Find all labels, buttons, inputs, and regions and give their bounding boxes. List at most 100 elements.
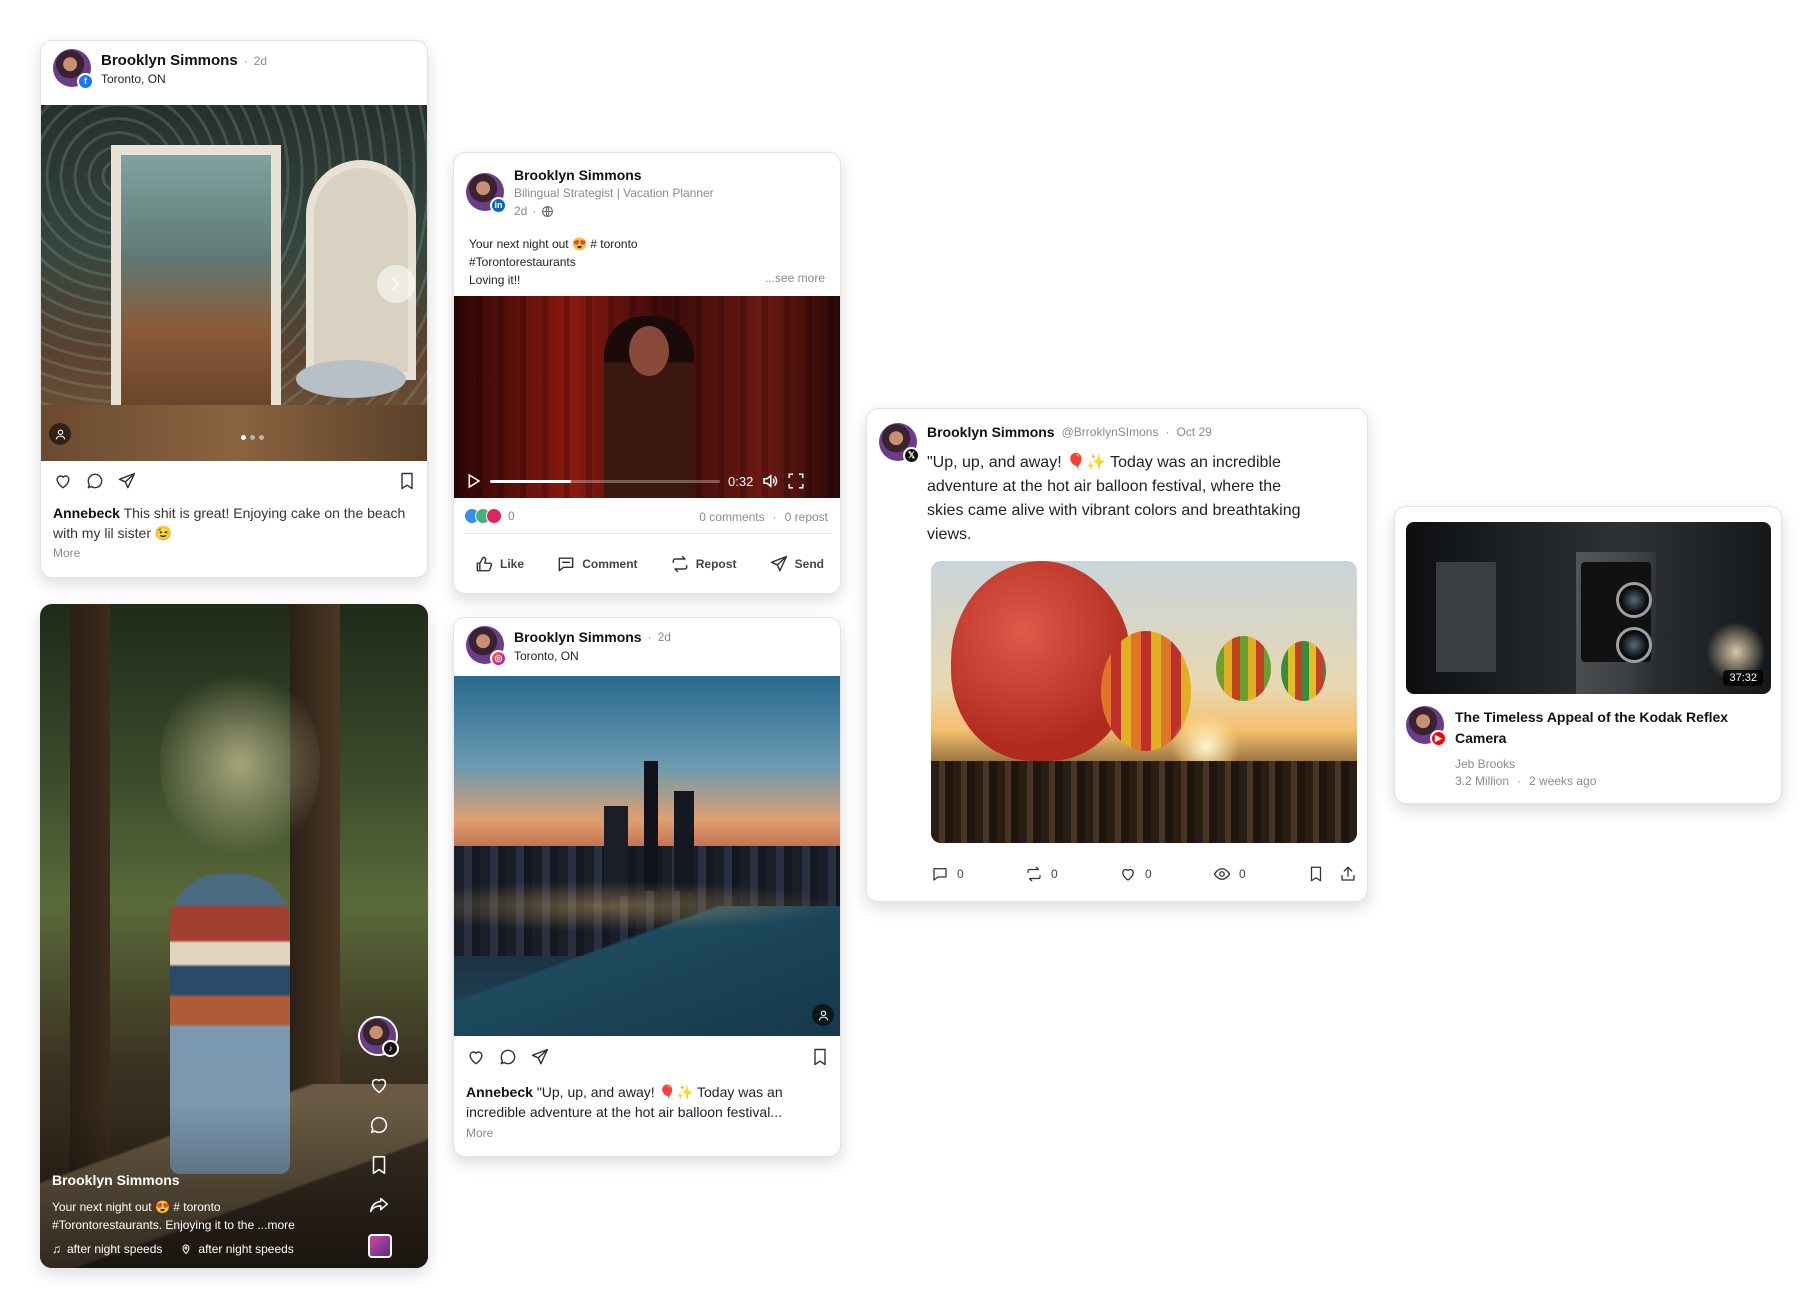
caption-line: #Torontorestaurants. Enjoying it to the	[52, 1218, 255, 1232]
post-image-hot-air-balloons[interactable]	[931, 561, 1357, 843]
user-tag-icon[interactable]	[49, 423, 71, 445]
views-button[interactable]: 0	[1213, 865, 1307, 883]
video-thumbnail-camera[interactable]: 37:32	[1406, 522, 1771, 694]
retweet-count: 0	[1051, 867, 1058, 881]
comment-icon[interactable]	[85, 471, 105, 491]
comment-icon[interactable]	[368, 1114, 390, 1136]
video-player[interactable]: 0:32	[454, 296, 840, 498]
heart-icon[interactable]	[368, 1074, 390, 1096]
tiktok-icon: ♪	[382, 1040, 399, 1057]
more-link[interactable]: More	[466, 1126, 493, 1140]
chevron-right-icon	[392, 278, 400, 290]
volume-icon[interactable]	[761, 472, 779, 490]
next-arrow-button[interactable]	[377, 265, 415, 303]
place-name[interactable]: after night speeds	[198, 1242, 293, 1256]
caption-line: Your next night out 😍 # toronto	[52, 1200, 221, 1214]
author-name[interactable]: Brooklyn Simmons	[101, 52, 238, 69]
author-name[interactable]: Brooklyn Simmons	[927, 424, 1055, 440]
location: Toronto, ON	[514, 649, 579, 663]
instagram-post-card: ◎ Brooklyn Simmons · 2d Toronto, ON Anne…	[453, 617, 841, 1157]
post-text-line: Your next night out 😍 # toronto	[469, 237, 638, 251]
play-icon[interactable]	[464, 472, 482, 490]
instagram-icon: ◎	[490, 650, 507, 667]
post-text-line: views.	[927, 526, 972, 543]
comment-icon[interactable]	[498, 1047, 518, 1067]
see-more-link[interactable]: ...see more	[765, 271, 825, 285]
x-icon: 𝕏	[903, 447, 920, 464]
reposts-count[interactable]: 0 repost	[785, 510, 828, 524]
author-handle[interactable]: @BrroklynSImons	[1062, 425, 1159, 439]
share-icon[interactable]	[530, 1047, 550, 1067]
eye-icon	[1213, 868, 1231, 880]
retweet-icon	[1027, 866, 1041, 882]
send-button[interactable]: Send	[769, 554, 824, 574]
video-title-line: The Timeless Appeal of the Kodak Reflex	[1455, 709, 1729, 725]
share-icon[interactable]	[117, 471, 137, 491]
like-count: 0	[1145, 867, 1152, 881]
send-icon	[770, 555, 787, 572]
avatar[interactable]: ♪	[358, 1016, 399, 1057]
like-button[interactable]: 0	[1119, 865, 1213, 883]
send-label: Send	[794, 557, 824, 571]
avatar[interactable]: f	[53, 49, 94, 90]
fullscreen-icon[interactable]	[787, 472, 805, 490]
location-pin-icon	[182, 1244, 190, 1255]
video-title[interactable]: The Timeless Appeal of the Kodak Reflex …	[1455, 707, 1728, 749]
facebook-icon: f	[77, 73, 94, 90]
post-time: 2d	[514, 204, 528, 218]
avatar[interactable]: 𝕏	[879, 423, 920, 464]
caption-text: incredible adventure at the hot air ball…	[466, 1104, 782, 1120]
like-button[interactable]: Like	[474, 554, 524, 574]
thumbs-up-icon	[476, 556, 493, 572]
x-post-card: 𝕏 Brooklyn Simmons @BrroklynSImons · Oct…	[866, 408, 1368, 902]
bookmark-icon[interactable]	[368, 1154, 390, 1176]
more-link[interactable]: ...more	[257, 1218, 294, 1232]
caption: Annebeck This shit is great! Enjoying ca…	[53, 503, 413, 543]
comment-button[interactable]: Comment	[556, 554, 638, 574]
avatar[interactable]: in	[466, 173, 507, 214]
post-image-city-skyline[interactable]	[454, 676, 840, 1036]
linkedin-post-card: in Brooklyn Simmons Bilingual Strategist…	[453, 152, 841, 594]
caption-user[interactable]: Annebeck	[53, 505, 120, 521]
post-text-line: Loving it!!	[469, 273, 521, 287]
heart-icon[interactable]	[53, 471, 73, 491]
view-count: 3.2 Million	[1455, 774, 1510, 788]
channel-avatar[interactable]: ▶	[1406, 706, 1447, 747]
bookmark-icon[interactable]	[810, 1047, 830, 1067]
youtube-video-card: 37:32 ▶ The Timeless Appeal of the Kodak…	[1394, 506, 1782, 804]
views-count: 0	[1239, 867, 1246, 881]
music-disc-icon[interactable]	[368, 1234, 392, 1258]
reply-count: 0	[957, 867, 964, 881]
author-name[interactable]: Brooklyn Simmons	[514, 167, 642, 183]
author-name[interactable]: Brooklyn Simmons	[514, 629, 642, 645]
post-image-interior[interactable]	[41, 105, 427, 461]
post-text-line: #Torontorestaurants	[469, 255, 576, 269]
music-title[interactable]: after night speeds	[67, 1242, 162, 1256]
comments-count[interactable]: 0 comments	[699, 510, 764, 524]
avatar[interactable]: ◎	[466, 626, 507, 667]
post-text: Your next night out 😍 # toronto #Toronto…	[469, 235, 638, 289]
reactions-count[interactable]: 0	[508, 509, 515, 523]
author-name[interactable]: Brooklyn Simmons	[52, 1172, 180, 1188]
post-text-line: skies came alive with vibrant colors and…	[927, 502, 1301, 519]
post-time: 2d	[657, 630, 671, 644]
progress-bar[interactable]	[490, 479, 720, 483]
reply-button[interactable]: 0	[931, 865, 1025, 883]
user-tag-icon[interactable]	[812, 1004, 834, 1026]
reactions-icon[interactable]	[464, 508, 502, 524]
share-arrow-icon[interactable]	[368, 1194, 390, 1216]
upload-age: 2 weeks ago	[1529, 774, 1597, 788]
retweet-button[interactable]: 0	[1025, 865, 1119, 883]
repost-button[interactable]: Repost	[670, 554, 736, 574]
facebook-post-card: f Brooklyn Simmons · 2d Toronto, ON Anne…	[40, 40, 428, 578]
bookmark-icon[interactable]	[397, 471, 417, 491]
bookmark-icon[interactable]	[1307, 865, 1325, 883]
location: Toronto, ON	[101, 72, 166, 86]
heart-icon[interactable]	[466, 1047, 486, 1067]
channel-name[interactable]: Jeb Brooks	[1455, 757, 1515, 771]
caption-user[interactable]: Annebeck	[466, 1084, 533, 1100]
upload-share-icon[interactable]	[1339, 865, 1357, 883]
caption-text: "Up, up, and away! 🎈✨ Today was an	[536, 1084, 783, 1100]
more-link[interactable]: More	[53, 546, 80, 560]
post-text-line: adventure at the hot air balloon festiva…	[927, 478, 1281, 495]
